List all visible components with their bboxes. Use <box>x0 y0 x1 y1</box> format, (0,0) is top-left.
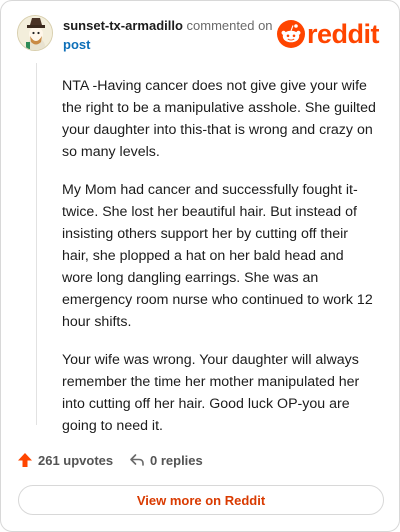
comment-header: sunset-tx-armadillo commented on post re… <box>17 15 385 55</box>
comment-paragraph: My Mom had cancer and successfully fough… <box>62 182 373 330</box>
comment-paragraph: Your wife was wrong. Your daughter will … <box>62 352 360 434</box>
reply-arrow-icon <box>130 454 144 466</box>
commented-on-text: commented on <box>186 18 273 33</box>
replies-button[interactable]: 0 replies <box>129 450 203 470</box>
upvote-count: 261 upvotes <box>38 452 114 468</box>
upvote-button[interactable]: 261 upvotes <box>17 450 113 470</box>
comment-card: sunset-tx-armadillo commented on post re… <box>0 0 400 532</box>
avatar[interactable] <box>17 15 53 51</box>
reddit-logo[interactable]: reddit <box>277 17 385 51</box>
reddit-snoo-icon <box>277 20 305 48</box>
view-more-button[interactable]: View more on Reddit <box>18 485 384 515</box>
comment-body: NTA -Having cancer does not give give yo… <box>62 75 378 453</box>
comment-author[interactable]: sunset-tx-armadillo <box>63 18 183 33</box>
comment-paragraph: NTA -Having cancer does not give give yo… <box>62 78 376 160</box>
upvote-arrow-icon <box>18 453 32 467</box>
snoo-avatar-icon <box>18 16 52 50</box>
thread-line <box>36 63 37 425</box>
reply-count: 0 replies <box>150 452 203 468</box>
reddit-wordmark: reddit <box>307 19 380 49</box>
post-link[interactable]: post <box>63 37 283 53</box>
